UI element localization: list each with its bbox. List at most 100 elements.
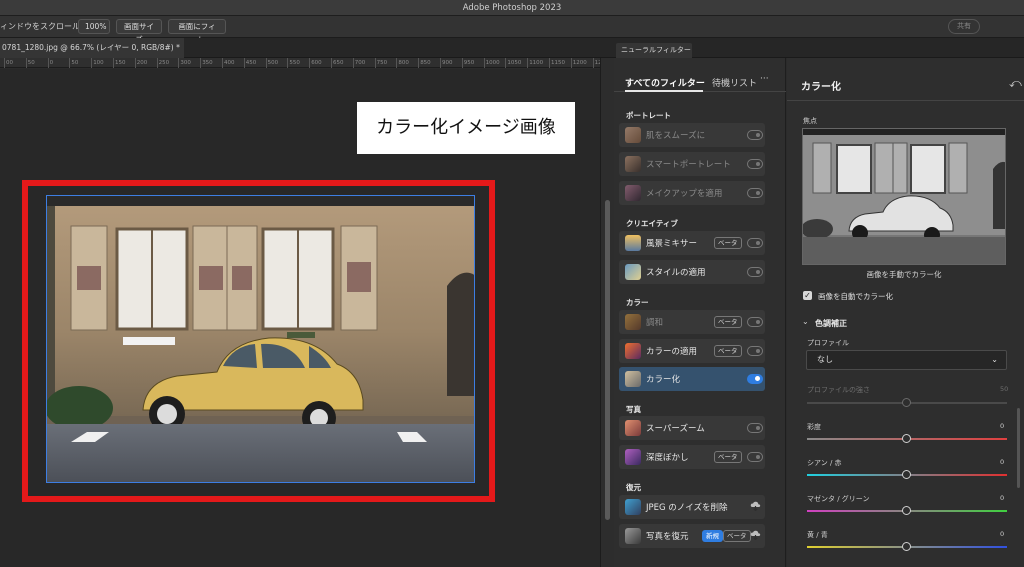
filter-colorize[interactable]: カラー化	[619, 367, 765, 391]
share-button[interactable]: 共有	[948, 19, 980, 34]
skin-smoothing-toggle[interactable]	[747, 130, 763, 140]
active-tab-indicator	[625, 90, 703, 92]
magenta-green-label: マゼンタ / グリーン	[807, 495, 870, 503]
neural-filters-panel-tab[interactable]: ニューラルフィルター	[616, 43, 692, 58]
filter-photo-restoration[interactable]: 写真を復元 新規 ベータ	[619, 524, 765, 548]
filter-label: スーパーズーム	[646, 424, 705, 434]
reset-icon[interactable]: ⤺	[1009, 76, 1022, 91]
yellow-blue-knob[interactable]	[902, 542, 911, 551]
divider	[787, 100, 1024, 101]
auto-colorize-checkbox[interactable]: ✓	[803, 291, 812, 300]
ruler-tick: 150	[113, 58, 126, 68]
zoom-100-button[interactable]: 100%	[78, 19, 110, 34]
options-bar: ィンドウをスクロール 100% 画面サイズ 画面にフィット 共有	[0, 16, 1024, 48]
ruler-tick: 1100	[527, 58, 544, 68]
filter-tabs: すべてのフィルター 待機リスト ···	[614, 58, 786, 92]
ruler-tick: 0	[47, 58, 54, 68]
harmonization-thumbnail-icon	[625, 314, 641, 330]
filter-super-zoom[interactable]: スーパーズーム	[619, 416, 765, 440]
makeup-transfer-toggle[interactable]	[747, 188, 763, 198]
scroll-all-windows-option[interactable]: ィンドウをスクロール	[0, 21, 80, 32]
filter-color-transfer[interactable]: カラーの適用 ベータ	[619, 339, 765, 363]
style-transfer-toggle[interactable]	[747, 267, 763, 277]
filter-skin-smoothing[interactable]: 肌をスムーズに	[619, 123, 765, 147]
section-restoration: 復元	[626, 483, 641, 492]
section-creative: クリエイティブ	[626, 219, 678, 228]
adjustments-group-title[interactable]: 色調補正	[815, 318, 847, 329]
focus-label: 焦点	[803, 117, 817, 125]
filter-landscape-mixer[interactable]: 風景ミキサー ベータ	[619, 231, 765, 255]
ruler-tick: 450	[243, 58, 257, 68]
beta-badge: ベータ	[714, 316, 742, 328]
filter-label: メイクアップを適用	[646, 189, 723, 199]
document-tab[interactable]: 0781_1280.jpg @ 66.7% (レイヤー 0, RGB/8#) *	[0, 38, 184, 58]
colorize-thumbnail-icon	[625, 371, 641, 387]
document-tab-bar: 0781_1280.jpg @ 66.7% (レイヤー 0, RGB/8#) *…	[0, 38, 1024, 58]
ruler-tick: 1150	[549, 58, 565, 68]
document-image[interactable]	[46, 195, 475, 483]
grayscale-preview-illustration	[803, 129, 1005, 264]
ruler-tick: 300	[178, 58, 191, 68]
cloud-download-icon[interactable]	[750, 501, 761, 511]
magenta-green-value: 0	[1000, 494, 1005, 502]
ruler-tick: 750	[374, 58, 388, 68]
filter-label: スタイルの適用	[646, 268, 706, 278]
beta-badge: ベータ	[714, 451, 742, 463]
section-photo: 写真	[626, 405, 641, 414]
panel-title: カラー化	[801, 82, 841, 93]
scrollbar-thumb[interactable]	[605, 200, 610, 520]
super-zoom-thumbnail-icon	[625, 420, 641, 436]
saturation-knob[interactable]	[902, 434, 911, 443]
saturation-label: 彩度	[807, 423, 821, 431]
colorize-toggle[interactable]	[747, 374, 763, 384]
filter-smart-portrait[interactable]: スマートポートレート	[619, 152, 765, 176]
neural-filters-list-panel: すべてのフィルター 待機リスト ··· ポートレート 肌をスムーズに スマートポ…	[614, 58, 786, 567]
filter-jpeg-artifacts-removal[interactable]: JPEG のノイズを削除	[619, 495, 765, 519]
canvas-vertical-scrollbar[interactable]	[600, 58, 614, 567]
ruler-tick: 600	[309, 58, 322, 68]
screen-size-button[interactable]: 画面サイズ	[116, 19, 162, 44]
ruler-tick: 650	[331, 58, 344, 68]
harmonization-toggle[interactable]	[747, 317, 763, 327]
photo-restoration-thumbnail-icon	[625, 528, 641, 544]
focus-preview[interactable]	[802, 128, 1006, 265]
section-color: カラー	[626, 298, 649, 307]
panel-scrollbar[interactable]	[1017, 408, 1020, 488]
super-zoom-toggle[interactable]	[747, 423, 763, 433]
filter-harmonization[interactable]: 調和 ベータ	[619, 310, 765, 334]
profile-strength-value: 50	[1000, 385, 1009, 393]
makeup-transfer-thumbnail-icon	[625, 185, 641, 201]
filter-style-transfer[interactable]: スタイルの適用	[619, 260, 765, 284]
chevron-down-icon[interactable]: ⌄	[802, 317, 809, 326]
profile-strength-knob[interactable]	[902, 398, 911, 407]
filter-label: カラー化	[646, 375, 681, 385]
app-title: Adobe Photoshop 2023	[462, 3, 562, 13]
ruler-tick: 550	[287, 58, 300, 68]
auto-colorize-label: 画像を自動でカラー化	[818, 292, 893, 301]
ruler-tick: 250	[156, 58, 170, 68]
window-title-bar: Adobe Photoshop 2023	[0, 0, 1024, 16]
tab-all-filters[interactable]: すべてのフィルター	[625, 76, 705, 89]
jpeg-artifacts-thumbnail-icon	[625, 499, 641, 515]
cloud-download-icon[interactable]	[750, 530, 761, 540]
annotation-label: カラー化イメージ画像	[357, 102, 575, 154]
depth-blur-toggle[interactable]	[747, 452, 763, 462]
filter-depth-blur[interactable]: 深度ぼかし ベータ	[619, 445, 765, 469]
color-transfer-toggle[interactable]	[747, 346, 763, 356]
profile-select[interactable]: なし ⌄	[806, 350, 1007, 370]
landscape-mixer-toggle[interactable]	[747, 238, 763, 248]
profile-selected-value: なし	[817, 355, 833, 364]
filter-label: JPEG のノイズを削除	[646, 503, 728, 513]
ruler-tick: 400	[222, 58, 235, 68]
tab-waitlist[interactable]: 待機リスト	[712, 76, 757, 89]
filter-makeup-transfer[interactable]: メイクアップを適用	[619, 181, 765, 205]
magenta-green-knob[interactable]	[902, 506, 911, 515]
fit-screen-button[interactable]: 画面にフィット	[168, 19, 226, 44]
ruler-tick: 200	[134, 58, 148, 68]
preview-caption: 画像を手動でカラー化	[866, 270, 942, 279]
smart-portrait-toggle[interactable]	[747, 159, 763, 169]
ruler-tick: 850	[418, 58, 431, 68]
more-options-icon[interactable]: ···	[760, 74, 769, 84]
cyan-red-knob[interactable]	[902, 470, 911, 479]
ruler-tick: 50	[25, 58, 35, 68]
